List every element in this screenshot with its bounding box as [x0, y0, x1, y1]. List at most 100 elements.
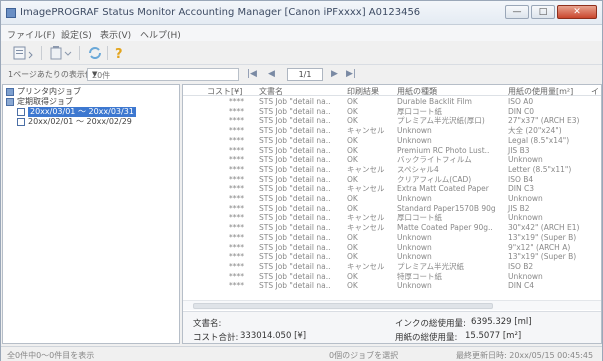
cell-result: キャンセル	[347, 126, 385, 136]
per-page-select[interactable]: 20件 ▼	[87, 68, 239, 81]
menu-settings[interactable]: 設定(S)	[61, 28, 92, 41]
cell-paper: プレミアム半光沢紙(厚口)	[397, 116, 485, 126]
delete-button[interactable]	[49, 45, 73, 61]
cell-doc: STS Job "detail na..	[259, 145, 331, 155]
prev-page-button[interactable]: ◀	[268, 69, 275, 79]
close-button[interactable]: ✕	[557, 5, 597, 19]
page-number-box[interactable]: 1/1	[287, 68, 323, 81]
cell-paper: Unknown	[397, 252, 432, 262]
maximize-icon: □	[538, 7, 548, 17]
last-page-button[interactable]: ▶|	[346, 69, 356, 79]
cell-result: OK	[347, 242, 358, 252]
delete-icon	[50, 46, 72, 60]
table-row[interactable]: **** STS Job "detail na.. OK Unknown Legal (…	[183, 136, 601, 145]
table-row[interactable]: **** STS Job "detail na.. OK 特厚コート紙 Unknown	[183, 272, 601, 281]
cell-paper: Unknown	[397, 194, 432, 203]
window-title: ImagePROGRAF Status Monitor Accounting M…	[20, 7, 421, 18]
table-row[interactable]: **** STS Job "detail na.. OK バックライトフィルム Unkn…	[183, 155, 601, 164]
next-page-button[interactable]: ▶	[331, 69, 338, 79]
cost-total-value: 333014.050 [¥]	[240, 331, 307, 341]
column-header-document[interactable]: 文書名	[259, 86, 283, 97]
ink-total-value: 6395.329 [ml]	[471, 317, 532, 327]
folder-icon	[6, 98, 14, 106]
table-row[interactable]: **** STS Job "detail na.. OK 厚口コート紙 DIN C0	[183, 107, 601, 116]
minimize-icon: —	[512, 7, 522, 17]
column-header-cost[interactable]: コスト[¥]	[207, 86, 242, 97]
cell-size: 30"x42" (ARCH E1)	[508, 223, 580, 233]
paper-total-label: 用紙の総使用量:	[395, 333, 458, 343]
table-row[interactable]: **** STS Job "detail na.. OK Premium RC Pho…	[183, 146, 601, 155]
cell-doc: STS Job "detail na..	[259, 232, 331, 242]
table-row[interactable]: **** STS Job "detail na.. OK Unknown 9"x12" …	[183, 243, 601, 252]
menu-file[interactable]: ファイル(F)	[7, 28, 55, 41]
table-row[interactable]: **** STS Job "detail na.. OK Unknown 13"x19"…	[183, 233, 601, 242]
menu-view[interactable]: 表示(V)	[100, 28, 131, 41]
export-button[interactable]	[13, 45, 35, 61]
horizontal-scrollbar[interactable]	[183, 300, 601, 310]
table-row[interactable]: **** STS Job "detail na.. キャンセル 厚口コート紙 Unkno…	[183, 213, 601, 222]
cell-doc: STS Job "detail na..	[259, 261, 331, 271]
maximize-button[interactable]: □	[531, 5, 555, 19]
table-row[interactable]: **** STS Job "detail na.. キャンセル Extra Matt …	[183, 184, 601, 193]
chevron-down-icon: ▼	[92, 70, 98, 78]
cell-paper: Premium RC Photo Lust..	[397, 145, 490, 155]
first-page-button[interactable]: |◀	[247, 69, 257, 79]
table-row[interactable]: **** STS Job "detail na.. OK プレミアム半光沢紙(厚口) 2…	[183, 116, 601, 125]
cell-doc: STS Job "detail na..	[259, 281, 331, 291]
column-header-result[interactable]: 印刷結果	[347, 86, 379, 97]
menu-help[interactable]: ヘルプ(H)	[140, 28, 181, 41]
column-header-paper-usage[interactable]: 用紙の使用量[m²]	[508, 86, 573, 97]
cell-doc: STS Job "detail na..	[259, 164, 331, 174]
cell-size: JIS B2	[508, 203, 530, 213]
cell-size: Unknown	[508, 155, 543, 165]
cell-cost: ****	[229, 232, 244, 242]
pager-bar: 1ページあたりの表示件数: 20件 ▼ |◀ ◀ 1/1 ▶ ▶|	[1, 65, 602, 83]
help-button[interactable]: ?	[113, 45, 127, 62]
table-row[interactable]: **** STS Job "detail na.. OK Durable Backli…	[183, 97, 601, 106]
cell-paper: スペシャル4	[397, 164, 439, 174]
cell-cost: ****	[229, 106, 244, 116]
table-row[interactable]: **** STS Job "detail na.. OK Unknown 13"x19"…	[183, 252, 601, 261]
cell-result: キャンセル	[347, 223, 385, 233]
cell-doc: STS Job "detail na..	[259, 271, 331, 281]
printer-icon	[6, 88, 14, 96]
refresh-button[interactable]	[87, 45, 103, 61]
app-icon	[6, 8, 16, 18]
cell-doc: STS Job "detail na..	[259, 106, 331, 116]
table-row[interactable]: **** STS Job "detail na.. キャンセル スペシャル4 Lette…	[183, 165, 601, 174]
cell-doc: STS Job "detail na..	[259, 223, 331, 233]
status-count: 全0件中0～0件目を表示	[7, 351, 95, 360]
job-tree: プリンタ内ジョブ 定期取得ジョブ 20xx/03/01 ～ 20xx/03/31…	[2, 84, 180, 344]
minimize-button[interactable]: —	[505, 5, 529, 19]
cell-size: 27"x37" (ARCH E3)	[508, 116, 580, 126]
table-row[interactable]: **** STS Job "detail na.. OK Standard Paper…	[183, 204, 601, 213]
table-row[interactable]: **** STS Job "detail na.. キャンセル プレミアム半光沢紙 IS…	[183, 262, 601, 271]
cell-paper: Unknown	[397, 281, 432, 291]
cell-cost: ****	[229, 126, 244, 136]
table-row[interactable]: **** STS Job "detail na.. OK クリアフィルム(CAD) IS…	[183, 175, 601, 184]
table-row[interactable]: **** STS Job "detail na.. OK Unknown DIN C4	[183, 281, 601, 290]
cell-doc: STS Job "detail na..	[259, 155, 331, 165]
toolbar-separator	[79, 46, 80, 60]
cell-cost: ****	[229, 174, 244, 184]
cell-result: OK	[347, 145, 358, 155]
cell-paper: Matte Coated Paper 90g..	[397, 223, 493, 233]
cell-doc: STS Job "detail na..	[259, 252, 331, 262]
column-header-paper-type[interactable]: 用紙の種類	[397, 86, 437, 97]
cell-paper: Durable Backlit Film	[397, 97, 472, 106]
scrollbar-thumb[interactable]	[193, 303, 493, 309]
cell-paper: バックライトフィルム	[397, 155, 472, 165]
table-row[interactable]: **** STS Job "detail na.. キャンセル Matte Coate…	[183, 223, 601, 232]
cell-cost: ****	[229, 97, 244, 106]
refresh-icon	[89, 47, 101, 59]
cell-doc: STS Job "detail na..	[259, 126, 331, 136]
cell-result: キャンセル	[347, 213, 385, 223]
cell-size: Unknown	[508, 213, 543, 223]
cell-size: DIN C4	[508, 281, 534, 291]
cell-cost: ****	[229, 242, 244, 252]
calendar-icon	[17, 108, 25, 116]
column-header-ink[interactable]: イ	[591, 86, 599, 97]
table-row[interactable]: **** STS Job "detail na.. OK Unknown Unknown	[183, 194, 601, 203]
table-row[interactable]: **** STS Job "detail na.. キャンセル Unknown 大全 (…	[183, 126, 601, 135]
cell-cost: ****	[229, 164, 244, 174]
